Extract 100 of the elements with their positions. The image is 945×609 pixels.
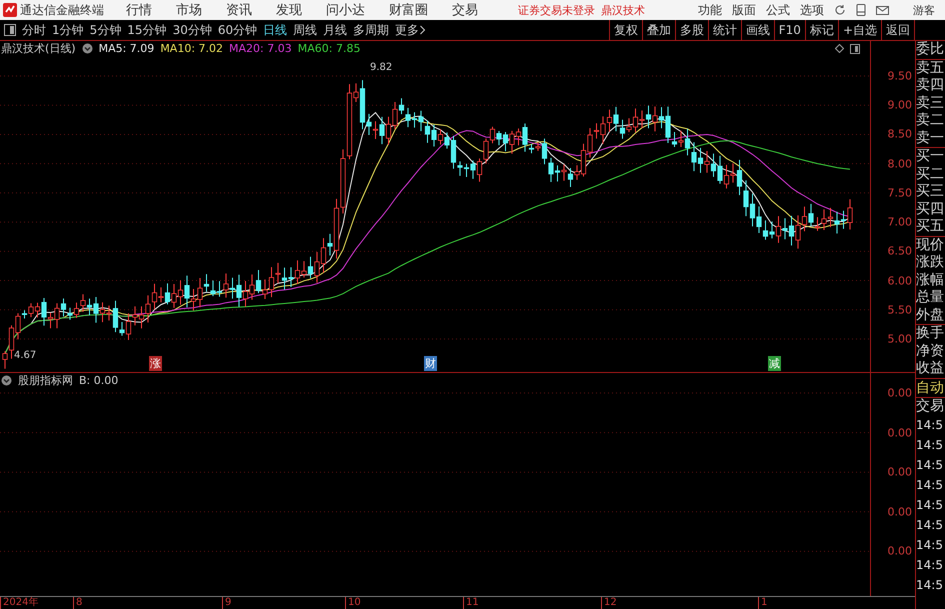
moving-average-label: MA60: 7.85 <box>298 42 360 55</box>
indicator-axis-label: 0.00 <box>888 505 912 518</box>
event-marker[interactable]: 减 <box>768 356 781 371</box>
menu-item[interactable]: 交易 <box>452 1 478 19</box>
trade-time: 14:5 <box>916 477 944 494</box>
price-axis-label: 7.50 <box>888 186 912 200</box>
app-logo-icon <box>3 3 17 17</box>
date-axis-label: 1 <box>758 597 768 609</box>
trade-time: 14:5 <box>916 577 944 594</box>
price-axis-label: 9.50 <box>888 70 912 82</box>
price-axis-label: 8.50 <box>888 128 912 141</box>
diamond-icon[interactable] <box>835 44 844 53</box>
moving-average-label: MA10: 7.02 <box>160 42 224 55</box>
chevron-right-icon <box>419 25 426 35</box>
period-tab[interactable]: 多周期 <box>353 22 390 38</box>
user-label[interactable]: 游客 <box>913 2 935 18</box>
date-axis-label: 2024年 <box>0 597 38 609</box>
quote-field-label: 卖一 <box>916 130 945 147</box>
date-axis-label: 10 <box>345 597 361 609</box>
quote-field-label: 卖四 <box>916 77 945 94</box>
phone-icon[interactable] <box>856 4 866 16</box>
period-tab[interactable]: 60分钟 <box>218 22 258 38</box>
period-tab[interactable]: 日线 <box>263 22 288 38</box>
trade-label: 交易 <box>916 398 945 415</box>
date-axis-label: 12 <box>601 597 617 609</box>
date-axis-label: 11 <box>463 597 479 609</box>
mail-icon[interactable] <box>876 4 889 16</box>
more-button[interactable]: 更多 <box>395 22 426 38</box>
indicator-title: 股朋指标网 <box>18 373 73 388</box>
quote-field-label: 总量 <box>916 289 945 306</box>
date-axis-label: 9 <box>222 597 232 609</box>
collapse-icon[interactable] <box>82 43 93 54</box>
quote-field-label: 卖三 <box>916 94 945 112</box>
price-axis-label: 6.50 <box>888 244 912 258</box>
event-marker[interactable]: 财 <box>424 356 437 371</box>
stock-name: 鼎汉技术 <box>601 2 645 18</box>
tool-menu-item[interactable]: 公式 <box>766 2 790 18</box>
quote-field-label: 买一 <box>916 148 945 166</box>
menu-item[interactable]: 资讯 <box>226 1 252 19</box>
moving-average-label: MA5: 7.09 <box>98 42 154 55</box>
indicator-axis-label: 0.00 <box>888 426 912 440</box>
panel-toggle-icon[interactable] <box>850 44 860 54</box>
period-tab[interactable]: 30分钟 <box>172 22 212 38</box>
quote-field-label: 卖二 <box>916 112 945 130</box>
login-notice[interactable]: 证券交易未登录 <box>518 2 595 18</box>
period-tab[interactable]: 分时 <box>22 22 46 38</box>
menu-item[interactable]: 市场 <box>176 1 202 19</box>
sidebar-toggle-icon[interactable] <box>4 24 16 36</box>
trade-time: 14:5 <box>916 457 944 474</box>
moving-average-label: MA20: 7.03 <box>229 42 292 55</box>
refresh-icon[interactable] <box>834 4 846 16</box>
indicator-axis-label: 0.00 <box>888 544 912 558</box>
quote-field-label: 买四 <box>916 200 945 218</box>
auto-mode-button[interactable]: 自动 <box>916 378 945 398</box>
menu-item[interactable]: 行情 <box>126 1 152 19</box>
tool-menu-item[interactable]: 功能 <box>698 2 722 18</box>
low-price-label: 4.67 <box>14 350 36 361</box>
period-tab[interactable]: 周线 <box>293 22 318 38</box>
price-axis-label: 9.00 <box>888 98 912 112</box>
quote-field-label: 买二 <box>916 166 945 183</box>
menu-item[interactable]: 问小达 <box>326 1 365 19</box>
price-axis-label: 8.00 <box>888 157 912 170</box>
date-axis-label: 8 <box>73 597 82 609</box>
quote-field-label: 收益 <box>916 360 945 378</box>
quote-field-label: 现价 <box>916 236 945 254</box>
period-tab[interactable]: 月线 <box>323 22 348 38</box>
collapse-icon[interactable] <box>1 375 12 386</box>
menu-item[interactable]: 发现 <box>276 1 302 19</box>
price-axis-label: 5.00 <box>888 332 912 346</box>
high-price-label: 9.82 <box>370 62 392 73</box>
quote-field-label: 外盘 <box>916 306 945 324</box>
price-axis-label: 5.50 <box>888 303 912 316</box>
quote-field-label: 卖五 <box>916 60 945 77</box>
price-axis-label: 6.00 <box>888 274 912 288</box>
trade-time: 14:5 <box>916 437 944 454</box>
quote-field-label: 涨跌 <box>916 254 945 272</box>
trade-time: 14:5 <box>916 557 944 574</box>
period-tab[interactable]: 15分钟 <box>127 22 167 38</box>
indicator-reading: B: 0.00 <box>79 374 118 387</box>
quote-field-label: 买三 <box>916 183 945 200</box>
indicator-axis-label: 0.00 <box>888 386 912 400</box>
tool-menu-item[interactable]: 选项 <box>800 2 824 18</box>
event-marker[interactable]: 涨 <box>149 356 162 371</box>
tool-menu-item[interactable]: 版面 <box>732 2 756 18</box>
trade-time: 14:5 <box>916 417 944 434</box>
trade-time: 14:5 <box>916 517 944 534</box>
quote-field-label: 换手 <box>916 325 945 342</box>
quote-field-label: 净资 <box>916 342 945 360</box>
quote-field-label: 买五 <box>916 218 945 236</box>
quote-field-label: 涨幅 <box>916 272 945 289</box>
menu-item[interactable]: 财富圈 <box>389 1 428 19</box>
period-tab[interactable]: 5分钟 <box>90 22 122 38</box>
trade-time: 14:5 <box>916 497 944 514</box>
chart-title: 鼎汉技术(日线) <box>1 41 76 56</box>
trade-time: 14:5 <box>916 537 944 554</box>
indicator-axis-label: 0.00 <box>888 466 912 479</box>
period-tab[interactable]: 1分钟 <box>52 22 84 38</box>
app-title: 通达信金融终端 <box>20 2 104 18</box>
price-axis-label: 7.00 <box>888 216 912 229</box>
quote-field-label: 委比 <box>916 41 945 58</box>
